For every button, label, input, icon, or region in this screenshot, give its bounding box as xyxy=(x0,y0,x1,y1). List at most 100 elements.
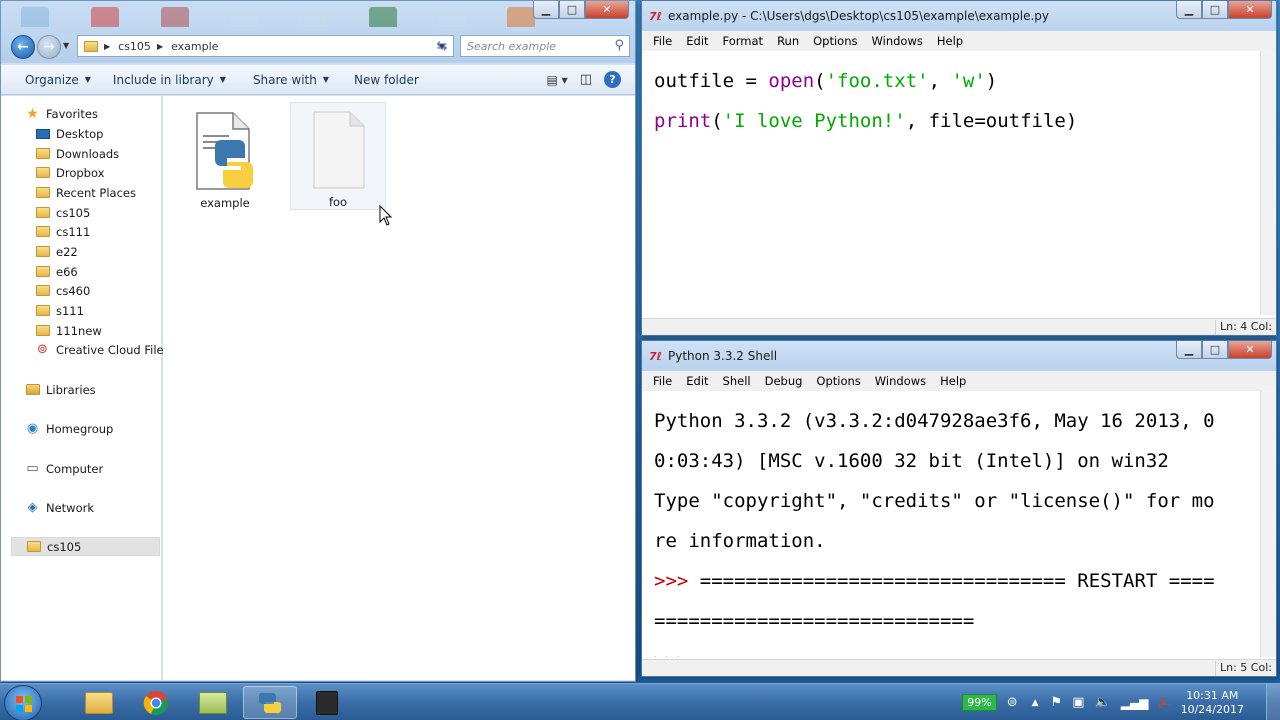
close-button[interactable]: ✕ xyxy=(585,1,629,19)
minimize-button[interactable]: ▁ xyxy=(1176,341,1202,359)
file-list: example foo xyxy=(163,96,635,680)
taskbar-python-icon[interactable] xyxy=(243,686,297,719)
nav-favorites[interactable]: ★ Favorites xyxy=(25,104,185,123)
libraries-icon xyxy=(25,383,40,396)
nav-cs105-selected[interactable]: cs105 xyxy=(11,537,160,556)
menu-shell[interactable]: Shell xyxy=(723,374,751,388)
show-desktop-button[interactable] xyxy=(1266,684,1280,720)
search-input[interactable]: Search example ⚲ xyxy=(460,35,630,57)
action-center-icon[interactable]: ⚑ xyxy=(1051,695,1063,710)
clock[interactable]: 10:31 AM 10/24/2017 xyxy=(1181,689,1244,717)
shell-menubar: File Edit Shell Debug Options Windows He… xyxy=(642,371,1276,391)
cursor-position: Ln: 4 Col: 0 xyxy=(1215,320,1276,335)
nav-label: cs111 xyxy=(56,224,91,239)
breadcrumb-separator-icon[interactable]: ▶ xyxy=(104,42,110,51)
breadcrumb-separator-icon[interactable]: ▶ xyxy=(157,42,163,51)
address-bar[interactable]: ▶ cs105 ▶ example ▼ xyxy=(77,35,454,57)
menu-windows[interactable]: Windows xyxy=(872,34,923,48)
maximize-button[interactable]: □ xyxy=(1202,1,1228,19)
share-with-button[interactable]: Share with ▼ xyxy=(253,73,329,87)
show-hidden-icons-icon[interactable]: ▲ xyxy=(1032,698,1039,708)
taskbar: 99% ⊜ ▲ ⚑ ▣ 🔈 ▂▄▆ ⍼ 10:31 AM 10/24/2017 xyxy=(0,683,1280,720)
share-with-label: Share with xyxy=(252,72,317,87)
nav-label: Downloads xyxy=(56,146,120,161)
chevron-down-icon: ▼ xyxy=(219,75,226,84)
editor-caption-buttons: ▁ □ ✕ xyxy=(1176,1,1272,19)
volume-icon[interactable]: 🔈 xyxy=(1095,695,1111,710)
navigation-pane: ★ Favorites Desktop Downloads Dropbox Re… xyxy=(1,96,170,680)
file-example[interactable]: example xyxy=(177,104,273,212)
minimize-button[interactable]: ▁ xyxy=(1176,1,1202,19)
minimize-button[interactable]: ▁ xyxy=(533,1,559,19)
shell-output-line: 0:03:43) [MSC v.1600 32 bit (Intel)] on … xyxy=(654,450,1169,472)
shell-titlebar: 7ℓ Python 3.3.2 Shell ▁ □ ✕ xyxy=(642,341,1276,371)
taskbar-chrome-icon[interactable] xyxy=(129,686,183,719)
nav-selected-label: cs105 xyxy=(47,539,82,554)
file-foo[interactable]: foo xyxy=(290,102,386,210)
shell-output-line: Type "copyright", "credits" or "license(… xyxy=(654,490,1215,512)
folder-icon xyxy=(35,265,50,278)
preview-pane-icon[interactable]: ◫ xyxy=(580,72,592,87)
menu-help[interactable]: Help xyxy=(937,34,963,48)
nav-libraries[interactable]: Libraries xyxy=(25,380,185,399)
menu-help[interactable]: Help xyxy=(940,374,966,388)
forward-button[interactable]: → xyxy=(37,35,61,59)
menu-file[interactable]: File xyxy=(653,34,672,48)
menu-run[interactable]: Run xyxy=(777,34,799,48)
folder-icon xyxy=(35,147,50,160)
network-signal-icon[interactable]: ▂▄▆ xyxy=(1121,696,1149,710)
organize-button[interactable]: Organize ▼ xyxy=(25,73,91,87)
nav-label: Desktop xyxy=(56,126,104,141)
idle-feather-icon: 7ℓ xyxy=(649,350,662,363)
breadcrumb-example[interactable]: example xyxy=(171,40,218,53)
search-icon[interactable]: ⚲ xyxy=(614,38,624,53)
tray-app-icon[interactable]: ⊜ xyxy=(1007,695,1018,710)
folder-icon xyxy=(84,40,98,52)
acrobat-icon[interactable]: ⍼ xyxy=(1158,695,1170,711)
folder-icon xyxy=(35,225,50,238)
shell-scrollbar[interactable] xyxy=(1260,391,1276,657)
shell-text-area[interactable]: Python 3.3.2 (v3.3.2:d047928ae3f6, May 1… xyxy=(642,391,1260,657)
menu-options[interactable]: Options xyxy=(813,34,857,48)
tray-status-icon[interactable]: ▣ xyxy=(1072,695,1084,710)
battery-indicator[interactable]: 99% xyxy=(962,694,997,711)
taskbar-explorer-icon[interactable] xyxy=(72,686,126,719)
nav-computer[interactable]: ▭ Computer xyxy=(25,459,185,478)
nav-computer-label: Computer xyxy=(46,461,104,476)
menu-debug[interactable]: Debug xyxy=(765,374,803,388)
menu-edit[interactable]: Edit xyxy=(686,34,708,48)
windows-logo-icon xyxy=(16,696,32,712)
menu-options[interactable]: Options xyxy=(816,374,860,388)
maximize-button[interactable]: □ xyxy=(559,1,585,19)
close-button[interactable]: ✕ xyxy=(1228,1,1272,19)
code-line: outfile = open('foo.txt', 'w') xyxy=(654,70,998,92)
refresh-icon[interactable]: ⇆ xyxy=(431,37,453,55)
nav-homegroup[interactable]: ◉ Homegroup xyxy=(25,419,185,438)
new-folder-button[interactable]: New folder xyxy=(354,73,419,87)
menu-edit[interactable]: Edit xyxy=(686,374,708,388)
help-icon[interactable]: ? xyxy=(604,71,621,88)
breadcrumb-cs105[interactable]: cs105 xyxy=(118,40,151,53)
editor-text-area[interactable]: outfile = open('foo.txt', 'w') print('I … xyxy=(642,51,1260,315)
close-button[interactable]: ✕ xyxy=(1228,341,1272,359)
maximize-button[interactable]: □ xyxy=(1202,341,1228,359)
include-in-library-button[interactable]: Include in library ▼ xyxy=(113,73,226,87)
editor-menubar: File Edit Format Run Options Windows Hel… xyxy=(642,31,1276,51)
clock-date: 10/24/2017 xyxy=(1180,702,1244,716)
start-button[interactable] xyxy=(4,685,42,720)
taskbar-app-icon[interactable] xyxy=(186,686,240,719)
file-name: foo xyxy=(328,195,348,209)
menu-file[interactable]: File xyxy=(653,374,672,388)
nav-label: Creative Cloud Files xyxy=(56,342,170,357)
nav-network[interactable]: ◈ Network xyxy=(25,498,185,517)
change-view-icon[interactable]: ▤ ▾ xyxy=(547,73,568,87)
menu-windows[interactable]: Windows xyxy=(875,374,926,388)
back-button[interactable]: ← xyxy=(11,35,35,59)
recent-pages-dropdown-icon[interactable]: ▼ xyxy=(63,41,69,50)
editor-scrollbar[interactable] xyxy=(1260,51,1276,315)
menu-format[interactable]: Format xyxy=(723,34,764,48)
shell-window: 7ℓ Python 3.3.2 Shell ▁ □ ✕ File Edit Sh… xyxy=(641,340,1277,677)
editor-window: 7ℓ example.py - C:\Users\dgs\Desktop\cs1… xyxy=(641,0,1277,336)
code-line: print('I love Python!', file=outfile) xyxy=(654,110,1078,132)
taskbar-camtasia-icon[interactable] xyxy=(300,686,354,719)
